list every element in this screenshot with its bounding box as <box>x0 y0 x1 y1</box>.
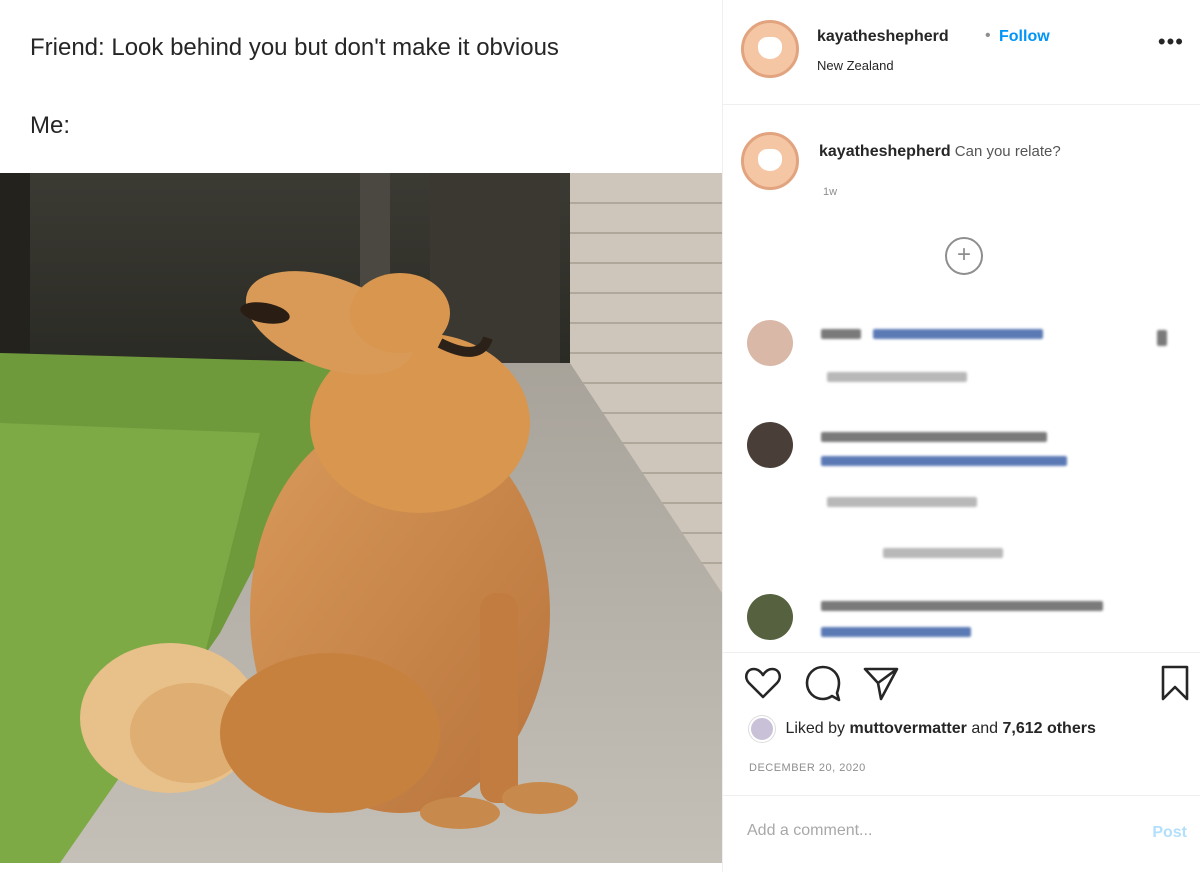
caption-text: kayatheshepherd Can you relate? <box>819 143 1061 161</box>
post-location[interactable]: New Zealand <box>817 58 894 73</box>
likes-summary: Liked by muttovermatter and 7,612 others <box>749 716 1096 742</box>
heart-icon[interactable] <box>743 663 783 703</box>
blurred-comment-text <box>821 432 1047 442</box>
likes-count[interactable]: 7,612 others <box>1002 720 1095 737</box>
post-sidebar: kayatheshepherd • Follow New Zealand •••… <box>722 0 1200 872</box>
load-more-comments-button[interactable]: + <box>945 237 983 275</box>
blurred-comment-text <box>821 601 1103 611</box>
blurred-comment-text <box>821 456 1067 466</box>
blurred-comment-meta <box>827 497 977 507</box>
blurred-comment-meta <box>827 372 967 382</box>
comment-bubble-icon[interactable] <box>803 663 843 703</box>
blurred-comment-text <box>821 627 971 637</box>
header-separator: • <box>985 27 991 44</box>
like-comment-icon[interactable] <box>1157 330 1167 346</box>
paper-plane-icon[interactable] <box>861 663 901 703</box>
meme-text-line-2: Me: <box>30 112 71 139</box>
action-bar <box>723 655 1200 711</box>
bookmark-icon[interactable] <box>1155 663 1195 703</box>
commenter-avatar[interactable] <box>747 422 793 468</box>
caption-username[interactable]: kayatheshepherd <box>819 143 951 160</box>
blurred-username <box>821 329 861 339</box>
comment-input[interactable] <box>747 822 1127 840</box>
commenter-avatar[interactable] <box>747 320 793 366</box>
caption-timestamp[interactable]: 1w <box>823 186 837 198</box>
comments-divider <box>723 652 1200 653</box>
header-divider <box>723 104 1200 105</box>
blurred-view-replies[interactable] <box>883 548 1003 558</box>
likes-middle: and <box>971 720 999 738</box>
meme-text-line-1: Friend: Look behind you but don't make i… <box>30 34 559 61</box>
commenter-avatar[interactable] <box>747 594 793 640</box>
liker-username[interactable]: muttovermatter <box>850 720 967 737</box>
author-username[interactable]: kayatheshepherd <box>817 28 949 46</box>
post-date[interactable]: December 20, 2020 <box>749 762 866 774</box>
dog-photo <box>0 173 722 863</box>
comment-composer: Post <box>723 795 1200 872</box>
blurred-comment-text <box>873 329 1043 339</box>
author-avatar[interactable] <box>741 20 799 78</box>
caption-message: Can you relate? <box>954 143 1061 160</box>
more-options-icon[interactable]: ••• <box>1158 31 1184 53</box>
liker-avatar[interactable] <box>749 716 775 742</box>
post-comment-button[interactable]: Post <box>1152 824 1187 842</box>
likes-prefix: Liked by <box>785 720 846 738</box>
post-media: Friend: Look behind you but don't make i… <box>0 0 722 872</box>
follow-button[interactable]: Follow <box>999 28 1050 46</box>
caption-avatar[interactable] <box>741 132 799 190</box>
